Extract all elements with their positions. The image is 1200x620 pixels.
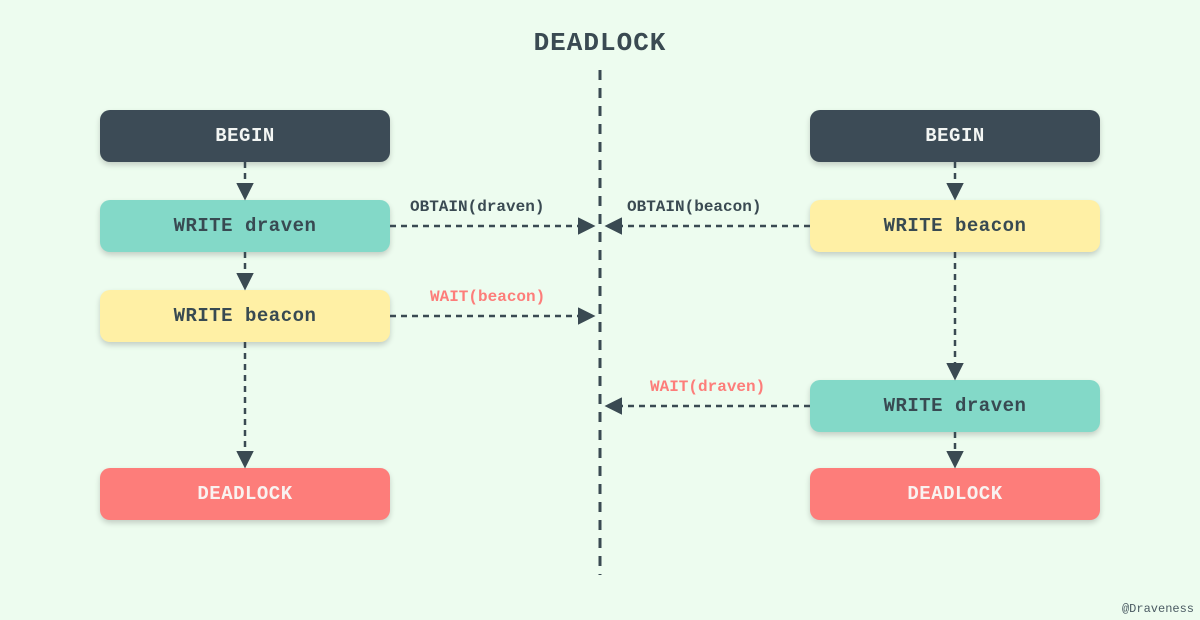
diagram-title: DEADLOCK [0,28,1200,58]
diagram-stage: DEADLOCK BEGIN WRITE draven WRITE beacon… [0,0,1200,620]
credit-text: @Draveness [1122,602,1194,616]
node-label: WRITE beacon [174,305,317,327]
node-label: BEGIN [925,125,985,147]
right-step1-node: WRITE beacon [810,200,1100,252]
left-step2-node: WRITE beacon [100,290,390,342]
left-begin-node: BEGIN [100,110,390,162]
node-label: WRITE draven [884,395,1027,417]
left-step1-node: WRITE draven [100,200,390,252]
right-begin-node: BEGIN [810,110,1100,162]
label-obtain-right: OBTAIN(beacon) [627,198,761,216]
node-label: WRITE beacon [884,215,1027,237]
right-final-node: DEADLOCK [810,468,1100,520]
node-label: DEADLOCK [197,483,292,505]
label-obtain-left: OBTAIN(draven) [410,198,544,216]
node-label: BEGIN [215,125,275,147]
right-step2-node: WRITE draven [810,380,1100,432]
label-wait-left: WAIT(beacon) [430,288,545,306]
node-label: DEADLOCK [907,483,1002,505]
node-label: WRITE draven [174,215,317,237]
left-final-node: DEADLOCK [100,468,390,520]
label-wait-right: WAIT(draven) [650,378,765,396]
